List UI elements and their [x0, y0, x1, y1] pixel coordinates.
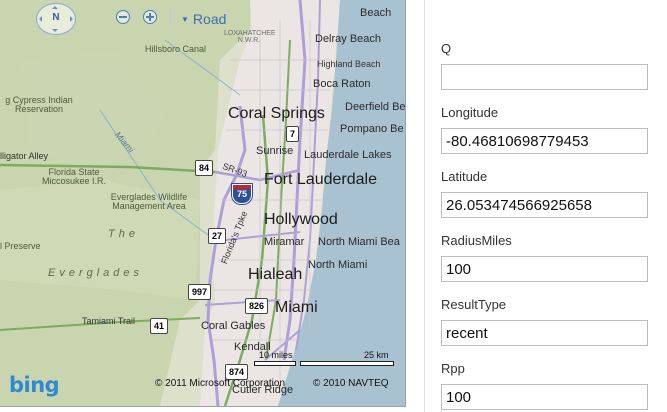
route-shield-41: 41	[150, 318, 169, 334]
route-shield-826: 826	[245, 298, 269, 314]
rpp-label: Rpp	[441, 361, 465, 376]
map-label-north-miami-beach: North Miami Bea	[318, 236, 400, 248]
map-label-tamiami-trail: Tamiami Trail	[82, 316, 136, 326]
pan-west-arrow-icon[interactable]	[36, 16, 42, 22]
route-shield-997: 997	[188, 284, 212, 300]
scale-bar-miles	[254, 361, 296, 366]
route-shield-27: 27	[208, 228, 227, 244]
zoom-out-button[interactable]	[116, 10, 130, 24]
field-latitude: Latitude	[441, 168, 648, 218]
map-label-coral-springs: Coral Springs	[228, 105, 325, 122]
result-type-input[interactable]	[441, 320, 648, 346]
map-label-everglades: Everglades	[48, 267, 144, 279]
map-label-hialeah: Hialeah	[248, 266, 303, 283]
copyright-microsoft: © 2011 Microsoft Corporation	[155, 378, 286, 389]
map-label-the: The	[108, 228, 139, 240]
map-label-alligator-alley: lligator Alley	[0, 151, 49, 161]
scale-bar-km	[300, 361, 394, 366]
field-rpp: Rpp	[441, 360, 648, 410]
field-radius-miles: RadiusMiles	[441, 232, 648, 282]
query-form-panel: Q Longitude Latitude RadiusMiles ResultT…	[424, 0, 667, 412]
radius-miles-label: RadiusMiles	[441, 233, 512, 248]
pan-south-arrow-icon[interactable]	[52, 29, 58, 35]
map-label-north-miami: North Miami	[308, 259, 368, 271]
map-label-preserve: l Preserve	[0, 241, 41, 251]
route-shield-7: 7	[286, 126, 300, 142]
map-label-highland-beach: Highland Beach	[317, 59, 381, 69]
map-toolbar: N ▼ Road	[0, 0, 405, 36]
radius-miles-input[interactable]	[441, 256, 648, 282]
map-label-miramar: Miramar	[264, 236, 305, 248]
map-label-miami: Miami	[275, 299, 318, 316]
map-label-fort-lauderdale: Fort Lauderdale	[264, 171, 377, 188]
longitude-input[interactable]	[441, 128, 648, 154]
map-label-coral-gables: Coral Gables	[201, 320, 266, 332]
field-longitude: Longitude	[441, 104, 648, 154]
result-type-label: ResultType	[441, 297, 507, 312]
compass-navigation-control[interactable]: N	[36, 3, 76, 35]
copyright-navteq: © 2010 NAVTEQ	[313, 378, 389, 389]
map-label-hollywood: Hollywood	[264, 211, 338, 228]
rpp-input[interactable]	[441, 384, 648, 410]
map-style-label: Road	[192, 11, 227, 27]
latitude-input[interactable]	[441, 192, 648, 218]
scale-label-miles: 10 miles	[259, 350, 293, 360]
map-view[interactable]: Hillsboro Canal LOXAHATCHEE N.W.R. Beach…	[0, 0, 406, 407]
q-input[interactable]	[441, 64, 648, 90]
pan-east-arrow-icon[interactable]	[70, 16, 76, 22]
q-label: Q	[441, 41, 452, 56]
zoom-in-button[interactable]	[143, 10, 157, 24]
interstate-shield-75: 75	[232, 184, 252, 204]
map-label-boca-raton: Boca Raton	[313, 78, 371, 90]
map-label-pompano-beach: Pompano Be	[340, 123, 404, 135]
scale-label-km: 25 km	[364, 350, 389, 360]
map-label-hillsboro-canal: Hillsboro Canal	[145, 44, 207, 54]
latitude-label: Latitude	[441, 169, 488, 184]
map-label-big-cypress: g Cypress Indian Reservation	[5, 95, 73, 114]
map-label-lauderdale-lakes: Lauderdale Lakes	[304, 149, 392, 161]
dropdown-caret-icon: ▼	[181, 15, 189, 24]
toolbar-divider	[170, 9, 171, 25]
map-style-dropdown[interactable]: ▼ Road	[181, 11, 226, 27]
field-q: Q	[441, 40, 648, 90]
map-label-sunrise: Sunrise	[256, 145, 294, 157]
field-result-type: ResultType	[441, 296, 648, 346]
longitude-label: Longitude	[441, 105, 499, 120]
route-shield-84: 84	[195, 160, 214, 176]
map-label-miccosukee: Florida State Miccosukee I.R.	[41, 167, 107, 186]
map-label-everglades-wma: Everglades Wildlife Management Area	[110, 192, 188, 211]
bing-logo[interactable]: bing	[9, 373, 60, 397]
pan-north-arrow-icon[interactable]	[52, 3, 58, 9]
map-label-deerfield-beach: Deerfield Be	[345, 101, 406, 113]
